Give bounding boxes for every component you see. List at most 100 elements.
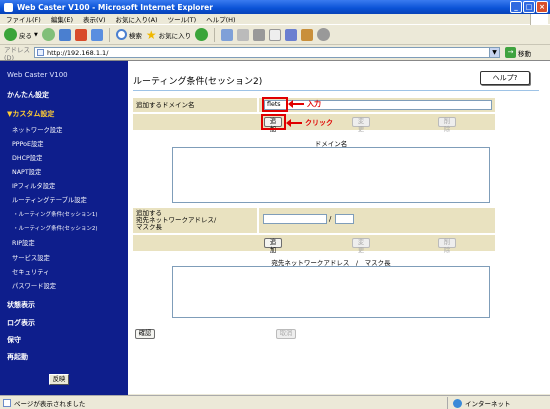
- menu-help[interactable]: ヘルプ(H): [206, 14, 235, 24]
- address-bar: アドレス(D) http://192.168.1.1/ ▼ → 移動: [0, 45, 550, 62]
- click-highlight-box: [261, 114, 286, 130]
- maximize-button[interactable]: □: [523, 1, 535, 13]
- sidebar-item-maintenance[interactable]: 保守: [7, 335, 21, 345]
- slash-separator: /: [329, 215, 332, 223]
- sidebar-item-custom-setup[interactable]: ▼カスタム設定: [7, 109, 54, 119]
- mask-length-input[interactable]: [335, 214, 354, 224]
- title-bar: Web Caster V100 - Microsoft Internet Exp…: [0, 0, 550, 14]
- go-arrow-icon: →: [505, 47, 516, 58]
- go-button[interactable]: → 移動: [505, 47, 531, 58]
- content-frame: Web Caster V100 かんたん設定 ▼カスタム設定 ネットワーク設定 …: [0, 60, 550, 395]
- status-bar: ページが表示されました インターネット: [0, 395, 550, 409]
- mail-icon[interactable]: [237, 28, 250, 41]
- sidebar-title: Web Caster V100: [7, 71, 68, 79]
- back-label: 戻る: [19, 31, 32, 40]
- network-address-input[interactable]: [263, 214, 327, 224]
- favorites-label: お気に入り: [158, 31, 192, 40]
- network-change-button[interactable]: 変更: [352, 238, 370, 254]
- go-label: 移動: [518, 49, 531, 58]
- domain-label: 追加するドメイン名: [133, 98, 257, 112]
- sidebar: Web Caster V100 かんたん設定 ▼カスタム設定 ネットワーク設定 …: [0, 61, 128, 395]
- refresh-icon[interactable]: [74, 28, 87, 41]
- menu-file[interactable]: ファイル(F): [6, 14, 41, 24]
- sidebar-item-routing-session1[interactable]: ・ルーティング条件(セッション1): [13, 210, 97, 218]
- print-icon[interactable]: [253, 28, 266, 41]
- forward-button[interactable]: [41, 28, 55, 41]
- messenger-icon[interactable]: [317, 28, 331, 41]
- sidebar-item-password[interactable]: パスワード設定: [12, 281, 56, 290]
- left-arrow-icon: [286, 119, 302, 127]
- help-button[interactable]: ヘルプ?: [480, 71, 530, 85]
- home-icon[interactable]: [90, 28, 103, 41]
- network-label: 追加する 宛先ネットワークアドレス/ マスク長: [133, 208, 257, 233]
- network-delete-button[interactable]: 削除: [438, 238, 456, 254]
- sidebar-item-ip-filter[interactable]: IPフィルタ設定: [12, 181, 55, 190]
- sidebar-item-napt[interactable]: NAPT設定: [12, 167, 41, 176]
- minimize-button[interactable]: _: [510, 1, 522, 13]
- click-annotation-text: クリック: [305, 119, 333, 127]
- search-label: 検索: [128, 31, 142, 40]
- sidebar-item-routing-table[interactable]: ルーティングテーブル設定: [12, 195, 87, 204]
- domain-change-button[interactable]: 変更: [352, 117, 370, 133]
- sidebar-item-log[interactable]: ログ表示: [7, 318, 35, 328]
- stop-icon[interactable]: [58, 28, 71, 41]
- title-divider: [133, 90, 539, 91]
- search-button[interactable]: 検索: [115, 29, 142, 40]
- back-button[interactable]: 戻る ▼: [4, 28, 38, 41]
- domain-listbox[interactable]: [172, 147, 490, 203]
- menu-edit[interactable]: 編集(E): [51, 14, 73, 24]
- sidebar-item-routing-session2[interactable]: ・ルーティング条件(セッション2): [13, 224, 97, 232]
- ie-icon: [4, 2, 13, 12]
- globe-icon: [453, 398, 462, 408]
- menu-tools[interactable]: ツール(T): [168, 14, 197, 24]
- star-icon: ★: [145, 27, 157, 42]
- main-panel: ルーティング条件(セッション2) ヘルプ? 追加するドメイン名 flets 入力…: [128, 61, 550, 395]
- menu-bar: ファイル(F) 編集(E) 表示(V) お気に入り(A) ツール(T) ヘルプ(…: [0, 14, 550, 25]
- click-annotation: クリック: [286, 118, 333, 128]
- toolbar: 戻る ▼ 検索 ★ お気に入り: [0, 25, 550, 45]
- sidebar-item-network[interactable]: ネットワーク設定: [12, 125, 62, 134]
- sidebar-item-restart[interactable]: 再起動: [7, 352, 28, 362]
- security-zone: インターネット: [447, 397, 511, 409]
- search-icon: [115, 29, 127, 40]
- close-button[interactable]: ×: [536, 1, 548, 13]
- status-text: ページが表示されました: [14, 399, 86, 408]
- discuss-icon[interactable]: [285, 28, 298, 41]
- zone-text: インターネット: [465, 400, 511, 408]
- input-annotation: 入力: [288, 99, 321, 109]
- back-arrow-icon: [4, 28, 17, 41]
- windows-logo-icon: [530, 14, 548, 25]
- sidebar-item-dhcp[interactable]: DHCP設定: [12, 153, 42, 162]
- network-label-line3: マスク長: [136, 223, 162, 231]
- sidebar-item-security[interactable]: セキュリティ: [12, 267, 49, 276]
- history-icon[interactable]: [221, 28, 234, 41]
- input-highlight-box: [262, 97, 288, 112]
- page-title: ルーティング条件(セッション2): [133, 77, 263, 87]
- left-arrow-icon: [288, 100, 304, 108]
- network-add-button[interactable]: 追加: [264, 238, 282, 254]
- menu-favorites[interactable]: お気に入り(A): [116, 14, 158, 24]
- sidebar-item-status[interactable]: 状態表示: [7, 300, 35, 310]
- page-icon: [37, 49, 44, 56]
- media-icon[interactable]: [195, 28, 209, 41]
- page-done-icon: [3, 398, 11, 407]
- input-annotation-text: 入力: [307, 100, 321, 108]
- window-title: Web Caster V100 - Microsoft Internet Exp…: [17, 2, 213, 12]
- sidebar-item-pppoe[interactable]: PPPoE設定: [12, 139, 44, 148]
- edit-icon[interactable]: [269, 28, 282, 41]
- confirm-button[interactable]: 確認: [135, 329, 155, 339]
- favorites-button[interactable]: ★ お気に入り: [146, 28, 191, 42]
- address-url: http://192.168.1.1/: [47, 48, 109, 57]
- address-label: アドレス(D): [4, 45, 30, 62]
- sidebar-item-service[interactable]: サービス設定: [12, 253, 50, 262]
- sidebar-item-rip[interactable]: RIP設定: [12, 238, 35, 247]
- address-dropdown[interactable]: ▼: [489, 47, 500, 58]
- address-input[interactable]: http://192.168.1.1/: [34, 47, 490, 58]
- cancel-button[interactable]: 取消: [276, 329, 296, 339]
- menu-view[interactable]: 表示(V): [83, 14, 106, 24]
- apply-button[interactable]: 反映: [49, 374, 69, 385]
- sidebar-item-easy-setup[interactable]: かんたん設定: [7, 90, 49, 100]
- network-listbox[interactable]: [172, 266, 490, 318]
- domain-delete-button[interactable]: 削除: [438, 117, 456, 133]
- research-icon[interactable]: [301, 28, 314, 41]
